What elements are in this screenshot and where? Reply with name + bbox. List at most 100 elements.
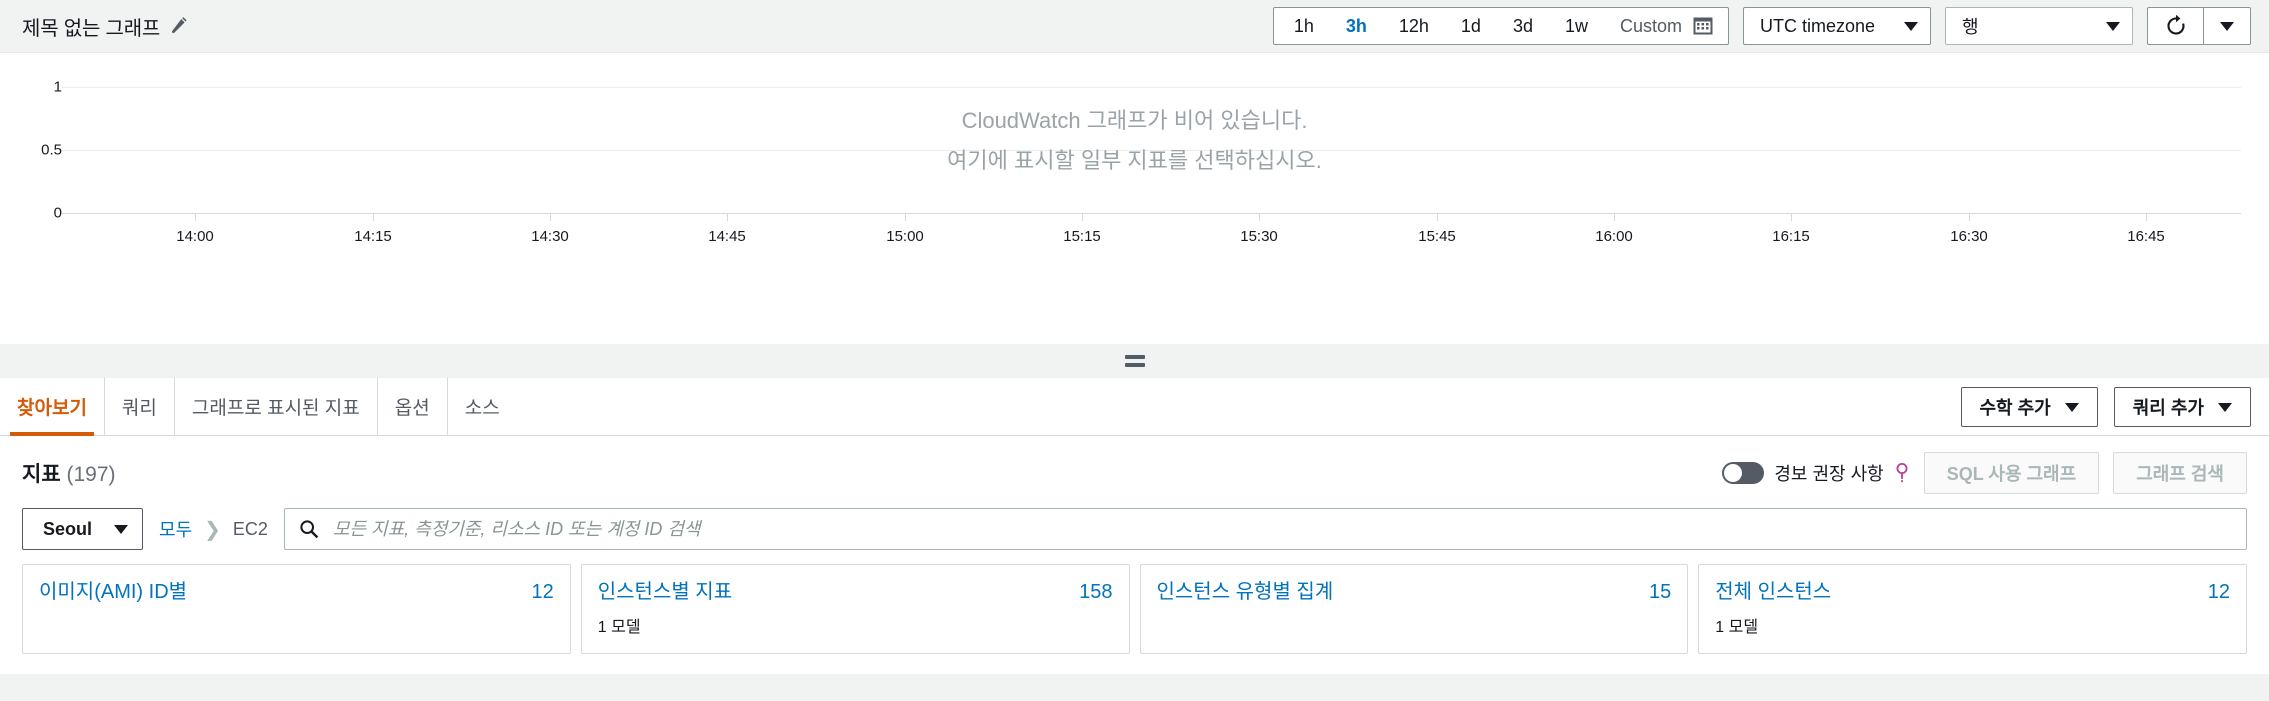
x-tick-mark	[2146, 214, 2147, 221]
y-tick-label: 1	[53, 78, 62, 96]
page-title: 제목 없는 그래프	[22, 17, 161, 40]
resize-handle[interactable]	[1124, 355, 1145, 367]
x-tick-label: 14:45	[708, 228, 746, 245]
breadcrumb-ec2[interactable]: EC2	[233, 519, 268, 540]
card-title: 인스턴스별 지표	[597, 581, 733, 603]
card-subtitle	[39, 613, 554, 633]
tab-list: 찾아보기 쿼리 그래프로 표시된 지표 옵션 소스	[0, 377, 517, 436]
chevron-right-icon: ❯	[204, 518, 221, 541]
rows-select[interactable]: 행	[1945, 7, 2133, 45]
sql-graph-button[interactable]: SQL 사용 그래프	[1923, 452, 2100, 494]
add-math-button[interactable]: 수학 추가	[1960, 387, 2098, 427]
card-subtitle	[1157, 613, 1672, 633]
card-subtitle: 1 모델	[1715, 619, 1759, 636]
x-tick-mark	[1791, 214, 1792, 221]
time-range-1w[interactable]: 1w	[1549, 8, 1604, 44]
x-tick-label: 16:15	[1772, 228, 1810, 245]
x-tick-mark	[1969, 214, 1970, 221]
metrics-header: 지표 (197) 경보 권장 사항 SQL 사용 그래프 그래프 검색	[22, 436, 2247, 500]
x-tick-label: 14:15	[354, 228, 392, 245]
x-tick-mark	[1437, 214, 1438, 221]
timezone-select[interactable]: UTC timezone	[1743, 7, 1931, 45]
chevron-down-icon	[2220, 21, 2234, 31]
x-tick-mark	[550, 214, 551, 221]
chart-empty-line-2: 여기에 표시할 일부 지표를 선택하십시오.	[947, 148, 1322, 173]
x-tick-label: 15:45	[1418, 228, 1456, 245]
tab-options[interactable]: 옵션	[378, 377, 448, 435]
x-tick-label: 15:30	[1240, 228, 1278, 245]
graph-title-group: 제목 없는 그래프	[22, 12, 188, 41]
tab-graphed-metrics[interactable]: 그래프로 표시된 지표	[175, 377, 378, 435]
metric-card-by-instance-type[interactable]: 인스턴스 유형별 집계 15	[1139, 564, 1689, 654]
card-title: 인스턴스 유형별 집계	[1156, 581, 1334, 603]
rows-value: 행	[1962, 17, 1979, 37]
metric-card-image-ami-id[interactable]: 이미지(AMI) ID별 12	[22, 564, 571, 654]
metric-card-per-instance-metrics[interactable]: 인스턴스별 지표 158 1 모델	[580, 564, 1130, 654]
alarm-recommendations-group: 경보 권장 사항	[1722, 460, 1909, 486]
tab-source[interactable]: 소스	[448, 377, 517, 435]
tab-browse[interactable]: 찾아보기	[0, 377, 105, 436]
card-title: 이미지(AMI) ID별	[39, 581, 188, 603]
region-select[interactable]: Seoul	[22, 508, 144, 550]
x-tick-mark	[727, 214, 728, 221]
metrics-count: (197)	[66, 463, 116, 486]
time-range-12h[interactable]: 12h	[1383, 8, 1445, 44]
chevron-down-icon	[1904, 21, 1918, 31]
card-count: 12	[531, 581, 554, 603]
gridline-1	[62, 87, 2241, 88]
add-query-label: 쿼리 추가	[2132, 398, 2204, 418]
alarm-recommendations-label: 경보 권장 사항	[1774, 464, 1884, 484]
chart-panel: 1 0.5 0 14:00 14:15 14:30 14:45 15:00 15…	[0, 52, 2269, 344]
x-tick-mark	[1614, 214, 1615, 221]
x-tick-label: 16:00	[1595, 228, 1633, 245]
add-math-label: 수학 추가	[1979, 398, 2051, 418]
top-toolbar: 제목 없는 그래프 1h 3h 12h 1d 3d 1w Custom UTC …	[0, 0, 2269, 52]
tab-query[interactable]: 쿼리	[105, 377, 175, 435]
refresh-icon	[2164, 14, 2188, 38]
search-graph-button[interactable]: 그래프 검색	[2113, 452, 2247, 494]
refresh-group	[2147, 7, 2251, 45]
card-title: 전체 인스턴스	[1715, 581, 1832, 603]
x-tick-mark	[373, 214, 374, 221]
x-tick-label: 15:00	[886, 228, 924, 245]
cloudwatch-metrics-page: 제목 없는 그래프 1h 3h 12h 1d 3d 1w Custom UTC …	[0, 0, 2269, 701]
card-subtitle: 1 모델	[597, 619, 641, 636]
calendar-icon[interactable]	[1692, 15, 1714, 37]
x-tick-label: 14:00	[176, 228, 214, 245]
breadcrumb-all[interactable]: 모두	[159, 516, 192, 542]
x-tick-mark	[195, 214, 196, 221]
add-query-button[interactable]: 쿼리 추가	[2113, 387, 2251, 427]
x-tick-mark	[905, 214, 906, 221]
time-range-1h[interactable]: 1h	[1278, 8, 1330, 44]
metrics-header-actions: 경보 권장 사항 SQL 사용 그래프 그래프 검색	[1722, 452, 2247, 494]
time-range-selector: 1h 3h 12h 1d 3d 1w Custom	[1272, 7, 1729, 45]
refresh-options-button[interactable]	[2203, 7, 2251, 45]
x-tick-mark	[1259, 214, 1260, 221]
timezone-value: UTC timezone	[1760, 15, 1876, 36]
alarm-recommendations-toggle[interactable]	[1722, 462, 1765, 484]
time-range-1d[interactable]: 1d	[1445, 8, 1497, 44]
card-count: 15	[1649, 581, 1672, 603]
time-range-custom[interactable]: Custom	[1604, 8, 1692, 44]
metrics-filter-row: Seoul 모두 ❯ EC2	[22, 500, 2247, 564]
x-tick-label: 15:15	[1063, 228, 1101, 245]
region-value: Seoul	[43, 518, 93, 539]
x-tick-label: 14:30	[531, 228, 569, 245]
search-input[interactable]	[330, 517, 2232, 541]
y-tick-label: 0	[53, 204, 62, 222]
chart-empty-line-1: CloudWatch 그래프가 비어 있습니다.	[961, 108, 1308, 133]
metric-card-across-all-instances[interactable]: 전체 인스턴스 12 1 모델	[1698, 564, 2247, 654]
refresh-button[interactable]	[2147, 7, 2203, 45]
time-range-3h[interactable]: 3h	[1330, 8, 1383, 44]
card-count: 12	[2207, 581, 2230, 603]
metrics-search-box[interactable]	[283, 508, 2247, 550]
pencil-icon[interactable]	[170, 17, 188, 35]
x-tick-label: 16:45	[2127, 228, 2165, 245]
panel-resize-area	[0, 344, 2269, 378]
search-icon	[299, 519, 319, 539]
metrics-title-text: 지표	[22, 463, 61, 486]
info-icon[interactable]	[1894, 463, 1910, 483]
card-count: 158	[1079, 581, 1113, 603]
chart-canvas: 1 0.5 0 14:00 14:15 14:30 14:45 15:00 15…	[0, 53, 2269, 344]
time-range-3d[interactable]: 3d	[1497, 8, 1549, 44]
